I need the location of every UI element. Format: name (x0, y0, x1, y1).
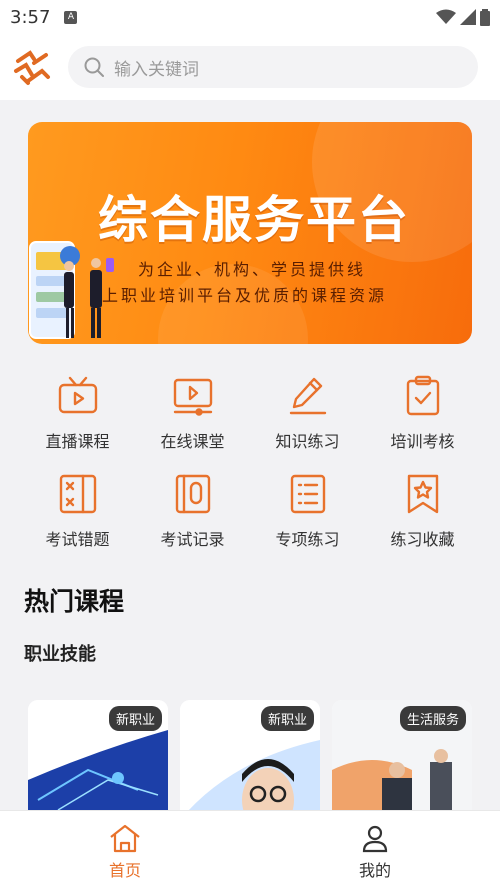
course-card[interactable]: 新职业 (180, 700, 320, 820)
course-tag: 新职业 (260, 706, 314, 731)
shortcut-label: 练习收藏 (390, 530, 455, 549)
battery-icon (480, 8, 490, 26)
shortcut-wrong-answers[interactable]: 考试错题 (20, 472, 135, 550)
shortcut-practice-favorites[interactable]: 练习收藏 (365, 472, 480, 550)
shortcut-label: 考试记录 (160, 530, 225, 549)
search-input[interactable]: 输入关键词 (68, 46, 478, 88)
course-card[interactable]: 生活服务 (332, 700, 472, 820)
course-card[interactable]: 新职业 (28, 700, 168, 820)
shortcut-exam-records[interactable]: 考试记录 (135, 472, 250, 550)
course-list: 新职业 新职业 生活服务 (28, 700, 472, 820)
pencil-icon (289, 377, 326, 415)
tab-home[interactable]: 首页 (0, 811, 250, 888)
shortcut-special-practice[interactable]: 专项练习 (250, 472, 365, 550)
shortcut-label: 考试错题 (45, 530, 110, 549)
record-book-icon (175, 474, 210, 514)
shortcut-training-assessment[interactable]: 培训考核 (365, 374, 480, 452)
tab-label: 我的 (358, 861, 391, 880)
course-tag: 新职业 (108, 706, 162, 731)
list-doc-icon (290, 474, 325, 514)
status-icons (436, 8, 490, 26)
search-placeholder: 输入关键词 (114, 59, 199, 80)
promo-banner[interactable]: 综合服务平台 为企业、机构、学员提供线 上职业培训平台及优质的课程资源 (28, 122, 472, 344)
shortcut-label: 直播课程 (45, 432, 110, 451)
wifi-icon (436, 9, 456, 24)
tab-label: 首页 (108, 861, 141, 880)
bookmark-star-icon (407, 474, 438, 514)
shortcut-live-course[interactable]: 直播课程 (20, 374, 135, 452)
tv-icon (58, 376, 97, 414)
category-title[interactable]: 职业技能 (24, 640, 96, 666)
user-icon (362, 825, 388, 853)
section-title: 热门课程 (24, 587, 125, 616)
banner-title: 综合服务平台 (98, 191, 410, 249)
notification-icon: A (64, 10, 78, 24)
wrong-answers-icon (59, 474, 96, 514)
shortcut-knowledge-practice[interactable]: 知识练习 (250, 374, 365, 452)
signal-icon (460, 9, 476, 25)
shortcut-label: 知识练习 (275, 432, 340, 451)
app-header: 输入关键词 (0, 34, 500, 100)
shortcut-label: 专项练习 (275, 530, 340, 549)
clipboard-check-icon (406, 375, 439, 416)
banner-line-2: 上职业培训平台及优质的课程资源 (102, 286, 388, 305)
shortcut-label: 培训考核 (390, 432, 455, 451)
video-player-icon (173, 378, 212, 416)
status-time: 3:57 (10, 6, 51, 28)
home-icon (110, 824, 140, 853)
shortcut-grid: 直播课程 在线课堂 知识练习 培训考核 考试错题 考试记录 专项练习 练习收藏 (20, 374, 480, 550)
status-bar: 3:57 A (0, 0, 500, 34)
shortcut-online-class[interactable]: 在线课堂 (135, 374, 250, 452)
app-logo (14, 50, 50, 85)
course-tag: 生活服务 (399, 706, 466, 731)
search-icon (84, 57, 104, 77)
banner-line-1: 为企业、机构、学员提供线 (138, 260, 367, 279)
bottom-tab-bar: 首页 我的 (0, 810, 500, 888)
tab-mine[interactable]: 我的 (250, 811, 500, 888)
shortcut-label: 在线课堂 (160, 432, 225, 451)
